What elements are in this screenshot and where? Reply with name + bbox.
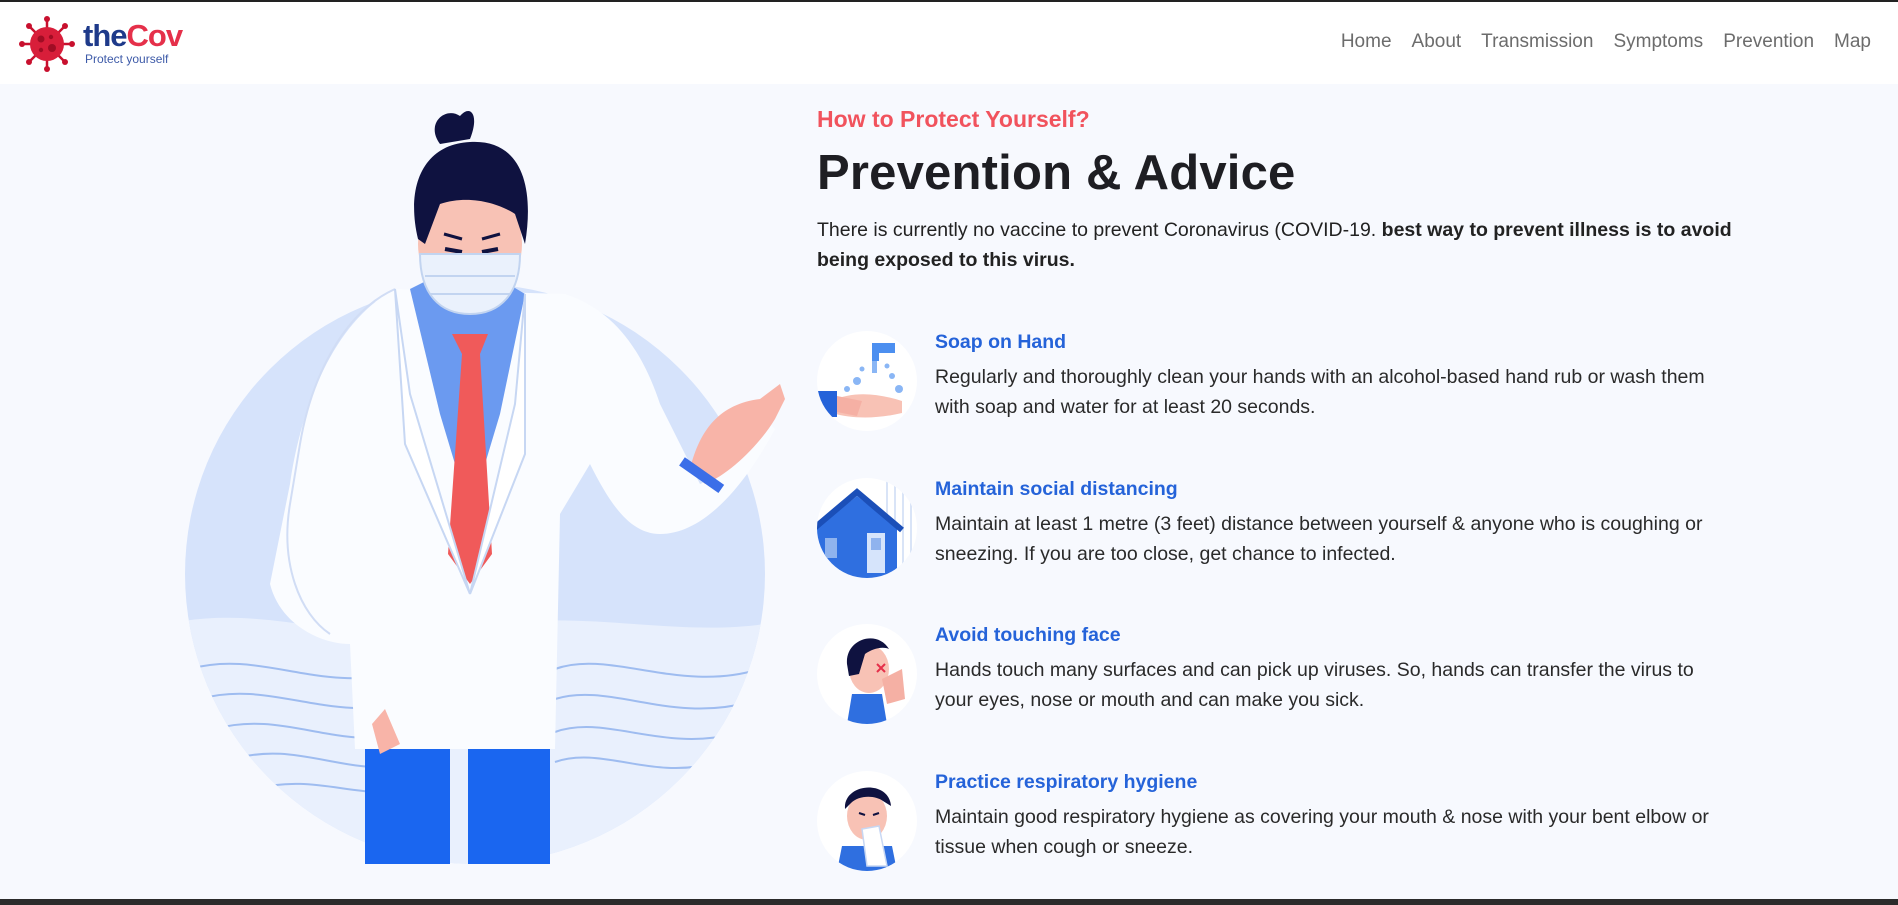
nav-map[interactable]: Map [1834, 31, 1871, 53]
advice-title: Soap on Hand [935, 331, 1067, 353]
page-title: Prevention & Advice [817, 146, 1296, 200]
doctor-illustration [185, 110, 785, 864]
main-nav: Home About Transmission Symptoms Prevent… [1341, 31, 1871, 53]
prevention-section: How to Protect Yourself? Prevention & Ad… [0, 84, 1898, 899]
advice-text: Hands touch many surfaces and can pick u… [935, 659, 1694, 711]
nav-prevention[interactable]: Prevention [1723, 31, 1814, 53]
nav-about[interactable]: About [1412, 31, 1462, 53]
house-icon [817, 478, 917, 578]
hand-wash-icon [817, 331, 917, 431]
brand-name-the: the [83, 18, 127, 53]
brand-name-cov: Cov [126, 18, 184, 53]
prevention-intro: How to Protect Yourself? Prevention & Ad… [817, 106, 1737, 275]
site-header: theCov Protect yourself Home About Trans… [0, 2, 1898, 84]
face-touch-icon [817, 624, 917, 724]
logo[interactable]: theCov Protect yourself [18, 16, 184, 72]
advice-title: Avoid touching face [935, 624, 1121, 646]
virus-logo-icon [19, 16, 75, 72]
advice-text: Maintain at least 1 metre (3 feet) dista… [935, 513, 1703, 565]
intro-plain: There is currently no vaccine to prevent… [817, 219, 1382, 241]
brand-name: theCov [83, 18, 184, 53]
window-bottom-border [0, 899, 1898, 905]
advice-text: Maintain good respiratory hygiene as cov… [935, 806, 1709, 858]
advice-title: Maintain social distancing [935, 478, 1178, 500]
intro-text: There is currently no vaccine to prevent… [817, 215, 1737, 275]
advice-text: Regularly and thoroughly clean your hand… [935, 366, 1705, 418]
brand-tagline: Protect yourself [85, 52, 169, 66]
nav-transmission[interactable]: Transmission [1481, 31, 1593, 53]
nav-home[interactable]: Home [1341, 31, 1392, 53]
advice-title: Practice respiratory hygiene [935, 771, 1198, 793]
nav-symptoms[interactable]: Symptoms [1613, 31, 1703, 53]
section-kicker: How to Protect Yourself? [817, 106, 1090, 132]
sneeze-icon [817, 771, 917, 871]
